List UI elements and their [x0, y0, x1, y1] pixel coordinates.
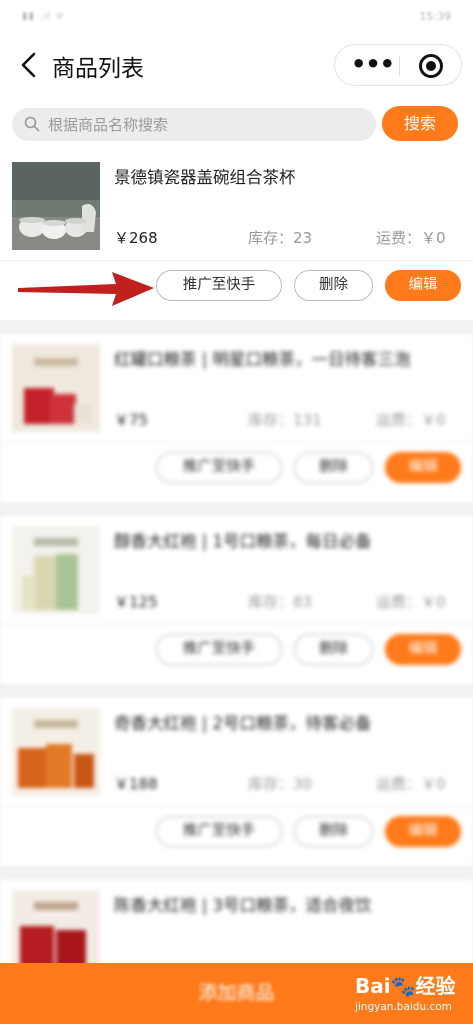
product-name: 陈香大红袍 | 3号口粮茶，适合夜饮: [114, 896, 372, 915]
card-divider: [0, 806, 473, 807]
card-divider: [0, 260, 473, 261]
baidu-jingyan-watermark: Bai🐾经验 jingyan.baidu.com: [355, 968, 467, 1020]
product-price: ￥268: [114, 229, 158, 247]
delete-button[interactable]: 删除: [294, 634, 373, 665]
edit-button[interactable]: 编辑: [385, 634, 461, 665]
product-shipping: 运费：￥0: [376, 775, 446, 793]
product-stock: 库存：83: [248, 593, 313, 611]
search-box[interactable]: [12, 108, 376, 141]
card-divider: [0, 442, 473, 443]
delete-button[interactable]: 删除: [294, 816, 373, 847]
edit-button[interactable]: 编辑: [385, 816, 461, 847]
promote-kuaishou-button[interactable]: 推广至快手: [156, 816, 282, 847]
more-dots-icon[interactable]: •••: [351, 51, 395, 79]
product-thumbnail[interactable]: [12, 526, 100, 614]
search-input[interactable]: [48, 108, 368, 141]
promote-kuaishou-button[interactable]: 推广至快手: [156, 452, 282, 483]
target-icon[interactable]: [419, 54, 443, 78]
product-name: 醇香大红袍 | 1号口粮茶，每日必备: [114, 532, 372, 551]
product-thumbnail[interactable]: [12, 162, 100, 250]
promote-kuaishou-button[interactable]: 推广至快手: [156, 270, 282, 301]
status-bar: ▮▮ .ıl ᯤ 15:39: [0, 0, 473, 36]
product-price: ￥188: [114, 775, 158, 793]
product-stock: 库存：131: [248, 411, 322, 429]
product-name: 红罐口粮茶 | 明星口粮茶，一日待客三泡: [114, 350, 411, 369]
edit-button[interactable]: 编辑: [385, 270, 461, 301]
search-button[interactable]: 搜索: [382, 106, 458, 141]
watermark-logo: Bai🐾经验: [355, 974, 456, 998]
red-arrow-annotation: [18, 272, 154, 306]
product-shipping: 运费：￥0: [376, 593, 446, 611]
product-stock: 库存：23: [248, 229, 313, 247]
nav-bar: 商品列表 •••: [0, 36, 473, 96]
edit-button[interactable]: 编辑: [385, 452, 461, 483]
product-price: ￥125: [114, 593, 158, 611]
product-card: 醇香大红袍 | 1号口粮茶，每日必备 ￥125 库存：83 运费：￥0 推广至快…: [0, 516, 473, 684]
watermark-url: jingyan.baidu.com: [355, 1001, 452, 1013]
delete-button[interactable]: 删除: [294, 270, 373, 301]
product-shipping: 运费：￥0: [376, 411, 446, 429]
card-divider: [0, 624, 473, 625]
capsule-divider: [399, 56, 400, 76]
page-title: 商品列表: [52, 56, 144, 82]
product-name: 奇香大红袍 | 2号口粮茶，待客必备: [114, 714, 372, 733]
product-shipping: 运费：￥0: [376, 229, 446, 247]
promote-kuaishou-button[interactable]: 推广至快手: [156, 634, 282, 665]
search-icon: [24, 116, 40, 132]
status-time: 15:39: [419, 10, 451, 23]
signal-status: ▮▮ .ıl ᯤ: [22, 11, 66, 22]
product-thumbnail[interactable]: [12, 344, 100, 432]
product-card: 红罐口粮茶 | 明星口粮茶，一日待客三泡 ￥75 库存：131 运费：￥0 推广…: [0, 334, 473, 502]
product-name: 景德镇瓷器盖碗组合茶杯: [114, 168, 296, 187]
delete-button[interactable]: 删除: [294, 452, 373, 483]
product-stock: 库存：30: [248, 775, 313, 793]
search-bar: 搜索: [0, 96, 473, 152]
mini-program-capsule: •••: [334, 44, 462, 86]
back-arrow-icon[interactable]: [18, 50, 40, 80]
product-price: ￥75: [114, 411, 149, 429]
product-card: 奇香大红袍 | 2号口粮茶，待客必备 ￥188 库存：30 运费：￥0 推广至快…: [0, 698, 473, 866]
product-thumbnail[interactable]: [12, 708, 100, 796]
